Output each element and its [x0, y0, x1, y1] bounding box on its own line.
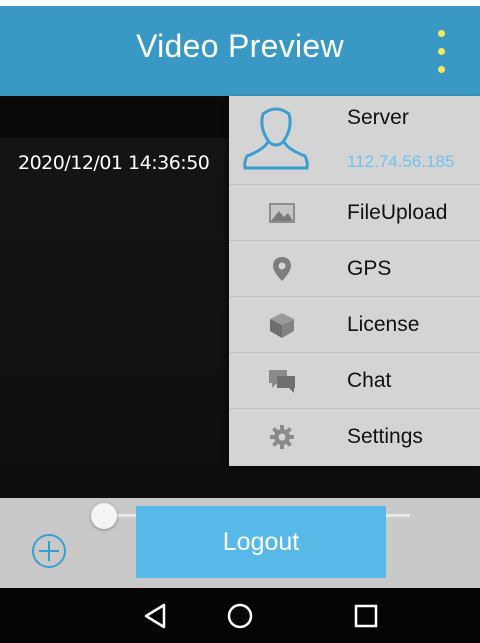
video-timestamp: 2020/12/01 14:36:50	[18, 152, 210, 174]
menu-item-fileupload[interactable]: FileUpload	[229, 184, 480, 241]
menu-item-license[interactable]: License	[229, 296, 480, 353]
zoom-in-icon[interactable]	[30, 532, 68, 570]
menu-item-gps[interactable]: GPS	[229, 240, 480, 297]
menu-item-label: Settings	[347, 425, 423, 448]
menu-item-server[interactable]: Server 112.74.56.185	[229, 96, 480, 184]
menu-item-label: Chat	[347, 369, 392, 392]
page-title: Video Preview	[136, 28, 344, 64]
zoom-slider-thumb[interactable]	[91, 503, 117, 529]
logout-button[interactable]: Logout	[136, 506, 386, 578]
recents-square-icon[interactable]	[350, 600, 382, 632]
server-ip: 112.74.56.185	[347, 152, 455, 171]
menu-item-label: License	[347, 313, 420, 336]
control-bar: Logout	[0, 498, 480, 588]
cube-icon	[270, 313, 294, 338]
popup-menu: Server 112.74.56.185 FileUpload GPS Lice…	[229, 96, 480, 466]
server-ip-overflow	[399, 176, 459, 184]
menu-item-label: GPS	[347, 257, 392, 280]
gear-icon	[270, 425, 294, 449]
menu-item-label: FileUpload	[347, 201, 448, 224]
server-label: Server	[347, 106, 409, 129]
menu-item-chat[interactable]: Chat	[229, 352, 480, 409]
back-triangle-icon[interactable]	[140, 600, 172, 632]
menu-item-settings[interactable]: Settings	[229, 408, 480, 465]
chat-bubble-icon	[269, 370, 295, 393]
location-pin-icon	[273, 257, 291, 281]
home-circle-icon[interactable]	[224, 600, 256, 632]
app-header: Video Preview	[0, 6, 480, 96]
image-icon	[269, 203, 295, 223]
overflow-menu-icon[interactable]	[428, 28, 456, 78]
user-outline-icon	[243, 107, 309, 170]
system-nav-bar	[0, 588, 480, 643]
